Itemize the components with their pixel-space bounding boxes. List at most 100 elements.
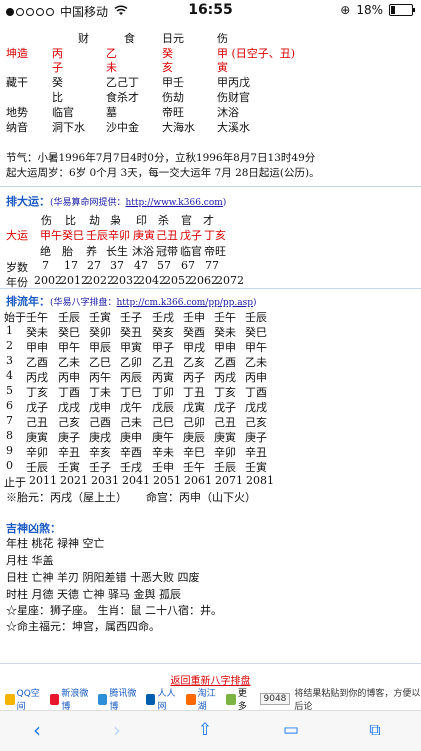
liunian-cell: 庚寅 — [26, 431, 48, 444]
liunian-cell: 戊午 — [120, 401, 142, 414]
start-ganzhi: 壬戌 — [152, 311, 174, 324]
liunian-cell: 乙丑 — [152, 356, 174, 369]
dayun-stage: 绝 — [40, 245, 51, 258]
liunian-cell: 癸卯 — [89, 326, 111, 339]
liunian-cell: 丙子 — [183, 371, 205, 384]
dayun-year: 2032 — [112, 274, 140, 287]
liunian-link[interactable]: http://cm.k366.com/pp/pp.asp — [117, 298, 254, 308]
end-year: 2061 — [184, 474, 212, 487]
dayun-stage: 长生 — [106, 245, 128, 258]
liunian-cell: 丁亥 — [26, 386, 48, 399]
end-year: 2021 — [60, 474, 88, 487]
liunian-cell: 壬午 — [183, 461, 205, 474]
row-number: 4 — [6, 369, 13, 382]
browser-toolbar: ‹ › ⇧ ▭ ⧉ — [0, 710, 421, 751]
liunian-cell: 庚戌 — [89, 431, 111, 444]
liunian-cell: 庚申 — [120, 431, 142, 444]
liunian-cell: 甲申 — [214, 341, 236, 354]
liunian-cell: 辛未 — [152, 446, 174, 459]
share-label: 更多 — [237, 689, 247, 712]
nayin-value: 大海水 — [162, 121, 195, 134]
divider — [0, 288, 421, 289]
liunian-cell: 辛亥 — [89, 446, 111, 459]
dayun-stage: 养 — [86, 245, 97, 258]
end-year: 2071 — [215, 474, 243, 487]
liunian-cell: 壬申 — [152, 461, 174, 474]
share-taojianghu[interactable]: 淘江湖 — [186, 686, 221, 712]
liunian-cell: 丙戌 — [26, 371, 48, 384]
liunian-cell: 丁亥 — [214, 386, 236, 399]
status-bar: 中国移动 16:55 ⊕ 18% — [0, 0, 421, 22]
liunian-cell: 甲辰 — [89, 341, 111, 354]
header-label: 财 — [78, 32, 89, 45]
liunian-cell: 庚子 — [58, 431, 80, 444]
liunian-cell: 辛巳 — [183, 446, 205, 459]
start-label: 始于 — [4, 311, 26, 324]
back-to-pan-link[interactable]: 返回重新八字排盘 — [0, 672, 421, 687]
shensha-line: 日柱 亡神 羊刃 阴阳差错 十恶大败 四废 — [6, 571, 200, 584]
liunian-cell: 癸亥 — [152, 326, 174, 339]
liunian-cell: 壬寅 — [58, 461, 80, 474]
liunian-cell: 乙酉 — [26, 356, 48, 369]
shishen-value: 伤劫 — [162, 91, 184, 104]
nayin-value: 沙中金 — [106, 121, 139, 134]
liunian-cell: 己卯 — [183, 416, 205, 429]
header-label: 食 — [124, 32, 135, 45]
kunzao-zhi: 寅 — [217, 61, 228, 74]
ten-god: 杀 — [158, 214, 169, 227]
liunian-cell: 癸巳 — [58, 326, 80, 339]
liunian-cell: 辛酉 — [120, 446, 142, 459]
liunian-cell: 辛卯 — [214, 446, 236, 459]
age-label: 岁数 — [6, 261, 28, 274]
liunian-cell: 辛丑 — [58, 446, 80, 459]
share-label: 腾讯微博 — [109, 689, 137, 712]
liunian-cell: 戊戌 — [58, 401, 80, 414]
nayin-label: 纳音 — [6, 121, 28, 134]
share-label: 新浪微博 — [61, 689, 89, 712]
dayun-link[interactable]: http://www.k366.com — [126, 198, 223, 208]
dayun-provider-close: ) — [222, 198, 227, 208]
dayun-year: 2072 — [216, 274, 244, 287]
share-renren[interactable]: 人人网 — [145, 686, 181, 712]
shensha-line: 月柱 华盖 — [6, 554, 54, 567]
end-year: 2081 — [246, 474, 274, 487]
liunian-cell: 甲申 — [26, 341, 48, 354]
liunian-cell: 戊戌 — [245, 401, 267, 414]
kunzao-gan: 甲 (日空子、丑) — [217, 47, 296, 60]
canggan-value: 癸 — [52, 76, 63, 89]
dayun-year: 2062 — [190, 274, 218, 287]
tabs-icon[interactable]: ⧉ — [360, 719, 390, 741]
shishen-value: 比 — [52, 91, 63, 104]
header-label: 伤 — [217, 32, 228, 45]
start-ganzhi: 壬辰 — [58, 311, 80, 324]
shensha-line: 年柱 桃花 禄神 空亡 — [6, 537, 105, 550]
share-tencent-weibo[interactable]: 腾讯微博 — [97, 686, 141, 712]
dayun-age: 37 — [110, 259, 124, 272]
liunian-cell: 己巳 — [152, 416, 174, 429]
liunian-provider: (华易八字排盘： — [50, 298, 117, 308]
liunian-cell: 乙巳 — [89, 356, 111, 369]
dayun-ganzhi: 壬辰 — [86, 229, 108, 242]
liunian-cell: 己未 — [120, 416, 142, 429]
nayin-value: 大溪水 — [217, 121, 250, 134]
kunzao-zhi: 亥 — [162, 61, 173, 74]
dayun-age: 27 — [87, 259, 101, 272]
liunian-cell: 甲戌 — [183, 341, 205, 354]
qzone-icon — [5, 693, 15, 705]
share-weibo[interactable]: 新浪微博 — [49, 686, 93, 712]
dayun-year: 2042 — [138, 274, 166, 287]
start-ganzhi: 壬午 — [214, 311, 236, 324]
shensha-line: 时柱 月德 天德 亡神 驿马 金舆 孤辰 — [6, 588, 181, 601]
forward-icon[interactable]: › — [102, 719, 132, 741]
back-icon[interactable]: ‹ — [22, 719, 52, 741]
battery-percent: 18% — [356, 3, 383, 17]
dayun-ganzhi: 戊子 — [180, 229, 202, 242]
share-qzone[interactable]: QQ空间 — [5, 686, 45, 712]
liunian-cell: 丁巳 — [120, 386, 142, 399]
share-label: QQ空间 — [16, 689, 40, 712]
liunian-cell: 癸未 — [26, 326, 48, 339]
bookmarks-icon[interactable]: ▭ — [276, 719, 306, 741]
share-icon[interactable]: ⇧ — [190, 719, 220, 741]
ten-god: 才 — [203, 214, 214, 227]
share-more[interactable]: 更多 — [226, 686, 253, 712]
